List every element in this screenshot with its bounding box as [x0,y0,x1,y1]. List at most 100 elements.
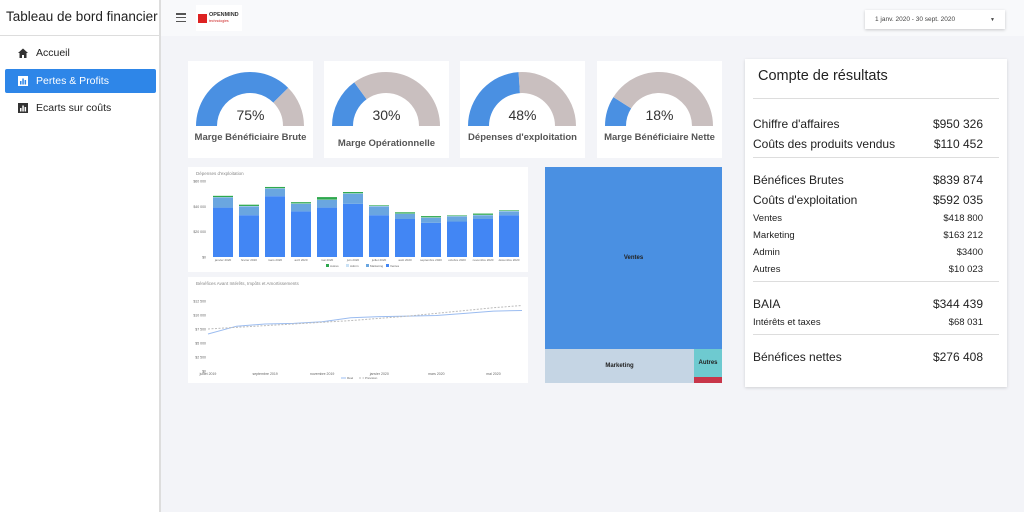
bar-marketing [369,206,389,216]
bar-autres [291,202,311,204]
pl-row-value: $68 031 [948,317,983,328]
legend-label: Admin [350,264,359,268]
bar-ventes [473,219,493,257]
bar-marketing [447,216,467,222]
x-tick-label: novembre 2020 [473,258,494,262]
gauge-label: Marge Bénéficiaire Nette [604,132,715,143]
logo: OPENMIND technologies [196,5,242,31]
legend-label: Ventes [390,264,400,268]
sidebar-item-pertes-profits[interactable]: Pertes & Profits [5,69,156,93]
bar-autres [213,195,233,198]
legend-label: Réel [347,376,354,380]
pl-row: BAIA $344 439 [753,297,983,311]
pl-row: Chiffre d'affaires $950 326 [753,117,983,131]
x-tick-label: août 2020 [398,258,412,262]
divider [753,281,999,282]
x-tick-label: novembre 2019 [310,372,334,376]
bar-marketing [239,206,259,216]
bar-marketing [213,197,233,208]
pl-row-value: $163 212 [943,230,983,241]
x-tick-label: mars 2020 [268,258,283,262]
gauge-value: 48% [508,107,537,123]
divider [753,334,999,335]
legend-label: Marketing [370,264,384,268]
pl-row-value: $3400 [956,247,983,258]
gauge-label: Dépenses d'exploitation [468,132,577,143]
gauge-label: Marge Bénéficiaire Brute [194,132,307,143]
bar-ventes [291,211,311,257]
bar-ventes [421,222,441,257]
date-range-picker[interactable]: 1 janv. 2020 - 30 sept. 2020 ▼ [865,10,1005,29]
pl-row-value: $344 439 [932,297,983,311]
bar-autres [499,210,519,212]
card-title: Compte de résultats [758,68,888,84]
x-tick-label: juillet 2020 [371,258,387,262]
pl-row: Bénéfices Brutes $839 874 [753,173,983,187]
pl-row-label: Autres [753,264,781,275]
gauge-value: 75% [236,107,265,123]
pl-row: Coûts d'exploitation $592 035 [753,193,983,207]
treemap-ventes[interactable]: Ventes [545,167,722,349]
pl-row-label: Chiffre d'affaires [753,117,840,131]
y-tick-label: $60 000 [193,180,206,184]
bar-marketing [265,188,285,197]
pl-row-value: $839 874 [932,173,983,187]
legend-swatch [386,264,389,267]
bar-marketing [343,193,363,204]
bar-chart-icon [18,76,28,86]
gauge-card: 48% Dépenses d'exploitation [460,61,585,158]
legend-label: Autres [330,264,339,268]
menu-icon[interactable] [176,13,186,22]
bar-autres [317,197,337,200]
bar-ventes [213,207,233,257]
bar-ventes [317,207,337,257]
pl-row-label: Bénéfices nettes [753,350,842,364]
sidebar-item-label: Accueil [36,47,70,59]
bar-autres [421,216,441,218]
treemap-marketing[interactable]: Marketing [545,349,694,383]
x-tick-label: juin 2020 [346,258,360,262]
chevron-down-icon: ▼ [990,16,995,23]
x-tick-label: février 2020 [241,258,257,262]
pl-row-value: $276 408 [932,350,983,364]
bar-ventes [395,219,415,257]
treemap-autres[interactable]: Autres [694,349,722,377]
home-icon [18,48,28,58]
y-tick-label: $5 000 [195,342,206,346]
bar-ventes [369,215,389,257]
x-tick-label: mai 2020 [486,372,500,376]
bar-ventes [239,215,259,257]
pl-row: Intérêts et taxes $68 031 [753,317,983,328]
divider [753,157,999,158]
pl-row-value: $110 452 [933,137,983,151]
pl-row: Coûts des produits vendus $110 452 [753,137,983,151]
bar-ventes [499,215,519,257]
gauge-card: 30% Marge Opérationnelle [324,61,449,158]
x-tick-label: janvier 2020 [214,258,232,262]
y-tick-label: $7 500 [195,328,206,332]
bar-ventes [265,196,285,257]
bar-autres [369,205,389,206]
date-range-value: 1 janv. 2020 - 30 sept. 2020 [875,16,956,23]
y-tick-label: $20 000 [193,230,206,234]
sidebar-item-label: Ecarts sur coûts [36,102,112,114]
bar-marketing [291,203,311,212]
y-tick-label: $0 [202,256,206,260]
bar-ventes [447,221,467,257]
y-tick-label: $2 500 [195,356,206,360]
bar-autres [239,204,259,206]
bar-autres [343,192,363,194]
pl-row-label: Admin [753,247,780,258]
legend-label: Prévision [365,376,378,380]
pl-row-label: Intérêts et taxes [753,317,821,328]
treemap-admin[interactable] [694,377,722,383]
x-tick-label: mars 2020 [428,372,445,376]
pl-row-value: $10 023 [948,264,983,275]
bar-ventes [343,203,363,257]
gauge-card: 75% Marge Bénéficiaire Brute [188,61,313,158]
pl-row: Autres $10 023 [753,264,983,275]
line-réel [207,310,523,335]
y-tick-label: $40 000 [193,205,206,209]
sidebar-item-accueil[interactable]: Accueil [5,41,156,65]
sidebar-item-ecarts[interactable]: Ecarts sur coûts [5,96,156,120]
